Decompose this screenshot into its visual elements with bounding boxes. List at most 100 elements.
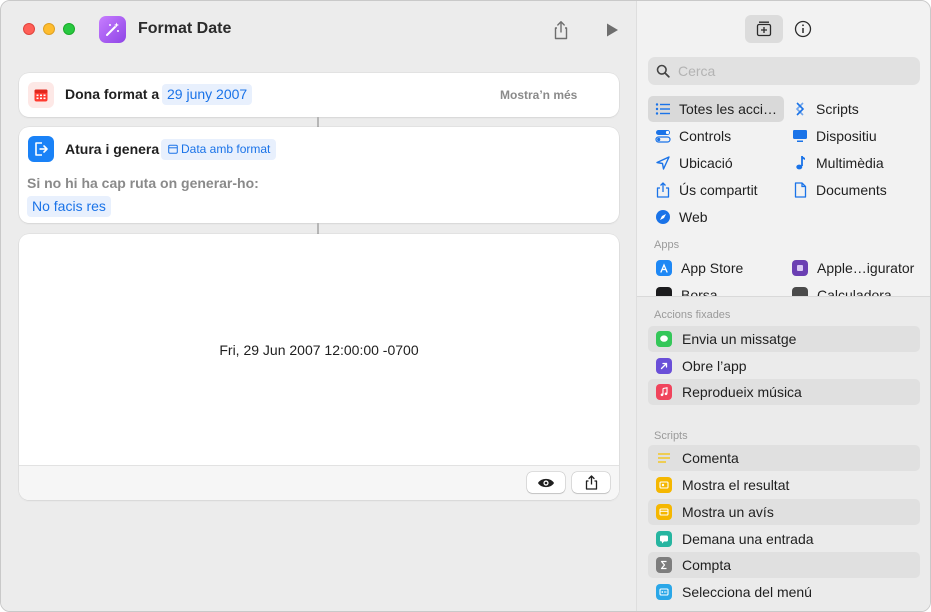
app-label: Calculadora <box>817 287 892 296</box>
share-icon <box>654 181 672 199</box>
comment-lines-icon <box>656 450 672 466</box>
pinned-action-item[interactable]: Reprodueix música <box>648 379 920 405</box>
script-action-item[interactable]: Compta <box>648 552 920 578</box>
output-exit-icon <box>28 136 54 162</box>
eye-icon <box>538 478 554 487</box>
action-label: Mostra el resultat <box>682 477 790 493</box>
date-parameter-token[interactable]: 29 juny 2007 <box>162 84 253 105</box>
app-item[interactable]: Calculadora <box>792 283 892 296</box>
toggle-icon <box>654 127 672 145</box>
category-all-actions[interactable]: Totes les acci… <box>648 96 784 122</box>
action-label: Obre l’app <box>682 358 747 374</box>
minimize-window-button[interactable] <box>43 23 55 35</box>
input-bubble-icon <box>656 531 672 547</box>
category-controls[interactable]: Controls <box>648 123 784 149</box>
result-output-text: Fri, 29 Jun 2007 12:00:00 -0700 <box>219 342 419 358</box>
script-action-item[interactable]: Comenta <box>648 445 920 471</box>
quick-look-button[interactable] <box>527 472 565 493</box>
action-connector <box>317 117 319 127</box>
format-date-action[interactable]: Dona format a 29 juny 2007 Mostra’n més <box>19 73 619 117</box>
pinned-section-heading: Accions fixades <box>654 309 731 321</box>
app-label: Borsa <box>681 287 718 296</box>
app-label: App Store <box>681 260 744 276</box>
shortcut-magic-wand-icon[interactable] <box>99 16 126 43</box>
suggested-actions: Accions fixades Envia un missatge Obre l… <box>637 297 930 611</box>
category-label: Ubicació <box>679 155 733 171</box>
sigma-icon <box>656 557 672 573</box>
maximize-window-button[interactable] <box>63 23 75 35</box>
script-action-item[interactable]: Selecciona del menú <box>648 579 920 605</box>
action-label: Reprodueix música <box>682 384 802 400</box>
location-arrow-icon <box>654 154 672 172</box>
apple-configurator-icon <box>792 260 808 276</box>
close-window-button[interactable] <box>23 23 35 35</box>
variable-label: Data amb format <box>181 142 271 156</box>
app-item[interactable]: App Store <box>656 256 743 280</box>
action-label: Envia un missatge <box>682 331 797 347</box>
music-note-icon <box>791 154 809 172</box>
category-label: Controls <box>679 128 732 144</box>
search-icon <box>656 64 670 78</box>
display-icon <box>791 127 809 145</box>
app-item[interactable]: Borsa <box>656 283 718 296</box>
show-more-button[interactable]: Mostra’n més <box>500 88 577 102</box>
alert-window-icon <box>656 504 672 520</box>
calendar-small-icon <box>168 144 178 154</box>
calculator-icon <box>792 287 808 296</box>
category-scripts[interactable]: Scripts <box>785 96 921 122</box>
category-label: Web <box>679 209 708 225</box>
fallback-option-token[interactable]: No facis res <box>27 196 111 217</box>
result-preview-card: Fri, 29 Jun 2007 12:00:00 -0700 <box>19 234 619 500</box>
category-web[interactable]: Web <box>648 204 784 230</box>
editor-pane: Format Date Dona format a 29 juny 2007 M… <box>1 1 636 611</box>
category-label: Documents <box>816 182 887 198</box>
calendar-icon <box>28 82 54 108</box>
library-tab[interactable] <box>745 15 783 43</box>
apps-list: App Store Apple…igurator Borsa Calculado… <box>637 256 930 296</box>
category-device[interactable]: Dispositiu <box>785 123 921 149</box>
action-library-pane: Totes les acci… Scripts Controls Disposi… <box>636 1 930 611</box>
action-label: Compta <box>682 557 732 573</box>
share-result-button[interactable] <box>572 472 610 493</box>
category-documents[interactable]: Documents <box>785 177 921 203</box>
music-note-icon <box>656 384 672 400</box>
compass-icon <box>654 208 672 226</box>
scripts-section-heading: Scripts <box>654 430 688 442</box>
script-action-item[interactable]: Mostra el resultat <box>648 472 920 498</box>
shortcut-title[interactable]: Format Date <box>138 20 231 38</box>
app-item[interactable]: Apple…igurator <box>792 256 914 280</box>
document-icon <box>791 181 809 199</box>
action-search-field[interactable] <box>648 57 920 85</box>
list-icon <box>654 100 672 118</box>
run-button[interactable] <box>600 18 624 42</box>
formatted-date-variable-token[interactable]: Data amb format <box>161 139 277 160</box>
info-icon <box>794 20 812 38</box>
category-label: Totes les acci… <box>679 101 778 117</box>
script-action-item[interactable]: Demana una entrada <box>648 526 920 552</box>
result-toolbar <box>19 465 619 500</box>
action-title: Dona format a <box>65 86 160 102</box>
share-icon <box>585 475 597 490</box>
play-icon <box>607 23 618 37</box>
pinned-action-item[interactable]: Envia un missatge <box>648 326 920 352</box>
action-label: Comenta <box>682 450 739 466</box>
category-media[interactable]: Multimèdia <box>785 150 921 176</box>
category-sharing[interactable]: Ús compartit <box>648 177 784 203</box>
script-action-item[interactable]: Mostra un avís <box>648 499 920 525</box>
pinned-action-item[interactable]: Obre l’app <box>648 353 920 379</box>
details-tab[interactable] <box>784 15 822 43</box>
message-bubble-icon <box>656 331 672 347</box>
category-label: Ús compartit <box>679 182 758 198</box>
app-store-icon <box>656 260 672 276</box>
scripts-icon <box>791 100 809 118</box>
apps-section-heading: Apps <box>654 239 680 251</box>
shortcuts-window: Format Date Dona format a 29 juny 2007 M… <box>0 0 931 612</box>
stop-and-output-action[interactable]: Atura i genera Data amb format Si no hi … <box>19 127 619 223</box>
category-location[interactable]: Ubicació <box>648 150 784 176</box>
category-label: Scripts <box>816 101 859 117</box>
share-button[interactable] <box>549 18 573 42</box>
search-input[interactable] <box>678 63 908 79</box>
action-label: Mostra un avís <box>682 504 774 520</box>
action-label: Demana una entrada <box>682 531 814 547</box>
action-label: Selecciona del menú <box>682 584 812 600</box>
